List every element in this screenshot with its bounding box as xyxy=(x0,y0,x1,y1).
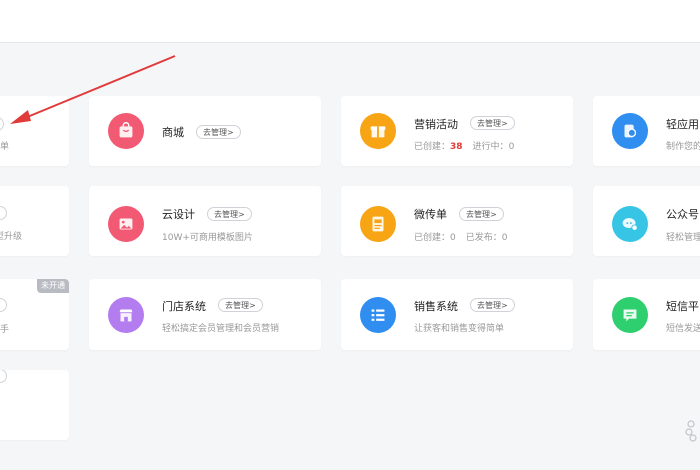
card-sms[interactable]: 短信平 短信发送 xyxy=(593,279,700,350)
manage-button-partial[interactable] xyxy=(0,117,4,131)
manage-button-partial[interactable] xyxy=(0,298,7,312)
manage-button[interactable]: 去管理> xyxy=(218,298,263,312)
message-icon xyxy=(612,297,648,333)
manage-button-partial[interactable] xyxy=(0,206,7,220)
card-light-app[interactable]: 轻应用 制作您的 xyxy=(593,96,700,166)
not-activated-badge: 未开通 xyxy=(37,279,69,293)
card-desc: 单 xyxy=(0,142,10,152)
card-title: 销售系统 xyxy=(414,300,458,313)
image-icon xyxy=(108,206,144,242)
card-left-partial-2[interactable]: 转型升级 xyxy=(0,186,69,256)
card-desc: 轻松管理 xyxy=(666,233,700,243)
card-left-partial-1[interactable]: 单 xyxy=(0,96,69,166)
list-icon xyxy=(360,297,396,333)
card-desc: 短信发送 xyxy=(666,324,700,334)
card-title: 门店系统 xyxy=(162,300,206,313)
flyer-icon xyxy=(360,206,396,242)
card-title: 公众号 xyxy=(666,208,699,221)
card-marketing[interactable]: 营销活动 去管理> 已创建：38 进行中：0 xyxy=(341,96,573,166)
card-title: 云设计 xyxy=(162,208,195,221)
created-value: 0 xyxy=(450,233,456,243)
gift-icon xyxy=(360,113,396,149)
card-store-system[interactable]: 门店系统 去管理> 轻松搞定会员管理和会员营销 xyxy=(89,279,321,350)
manage-button[interactable]: 去管理> xyxy=(470,116,515,130)
card-title: 短信平 xyxy=(666,300,699,313)
published-value: 0 xyxy=(501,233,508,243)
card-title: 微传单 xyxy=(414,208,447,221)
card-desc: 转型升级 xyxy=(0,232,23,242)
manage-button[interactable]: 去管理> xyxy=(207,207,252,221)
card-title: 商城 xyxy=(162,126,184,139)
manage-button[interactable]: 去管理> xyxy=(459,207,504,221)
watermark-logo-icon xyxy=(685,420,697,442)
card-micro-flyer[interactable]: 微传单 去管理> 已创建：0 已发布：0 xyxy=(341,186,573,256)
card-title: 轻应用 xyxy=(666,118,699,131)
card-official-account[interactable]: 公众号 轻松管理 xyxy=(593,186,700,256)
created-label: 已创建： xyxy=(414,142,451,152)
published-label: 已发布： xyxy=(465,233,502,243)
card-desc: 轻松搞定会员管理和会员营销 xyxy=(162,324,280,334)
shop-icon xyxy=(108,113,144,149)
created-value: 38 xyxy=(450,142,463,152)
card-desc: 手 xyxy=(0,325,10,335)
store-icon xyxy=(108,297,144,333)
card-desc: 制作您的 xyxy=(666,142,700,152)
manage-button[interactable]: 去管理> xyxy=(196,125,241,139)
card-stats: 已创建：0 已发布：0 xyxy=(414,230,508,243)
card-desc: 10W+可商用模板图片 xyxy=(162,233,253,243)
card-sales-system[interactable]: 销售系统 去管理> 让获客和销售变得简单 xyxy=(341,279,573,350)
wechat-icon xyxy=(612,206,648,242)
card-shop[interactable]: 商城 去管理> xyxy=(89,96,321,166)
card-title: 营销活动 xyxy=(414,118,458,131)
card-desc: 让获客和销售变得简单 xyxy=(414,324,505,334)
manage-button[interactable]: 去管理> xyxy=(470,298,515,312)
card-cloud-design[interactable]: 云设计 去管理> 10W+可商用模板图片 xyxy=(89,186,321,256)
card-left-partial-4[interactable] xyxy=(0,370,69,440)
link-icon xyxy=(612,113,648,149)
card-stats: 已创建：38 进行中：0 xyxy=(414,139,514,152)
ongoing-value: 0 xyxy=(508,142,515,152)
ongoing-label: 进行中： xyxy=(472,142,509,152)
card-left-partial-3[interactable]: 未开通 手 xyxy=(0,279,69,350)
created-label: 已创建： xyxy=(414,233,451,243)
manage-button-partial[interactable] xyxy=(0,370,7,383)
top-bar xyxy=(0,0,700,43)
